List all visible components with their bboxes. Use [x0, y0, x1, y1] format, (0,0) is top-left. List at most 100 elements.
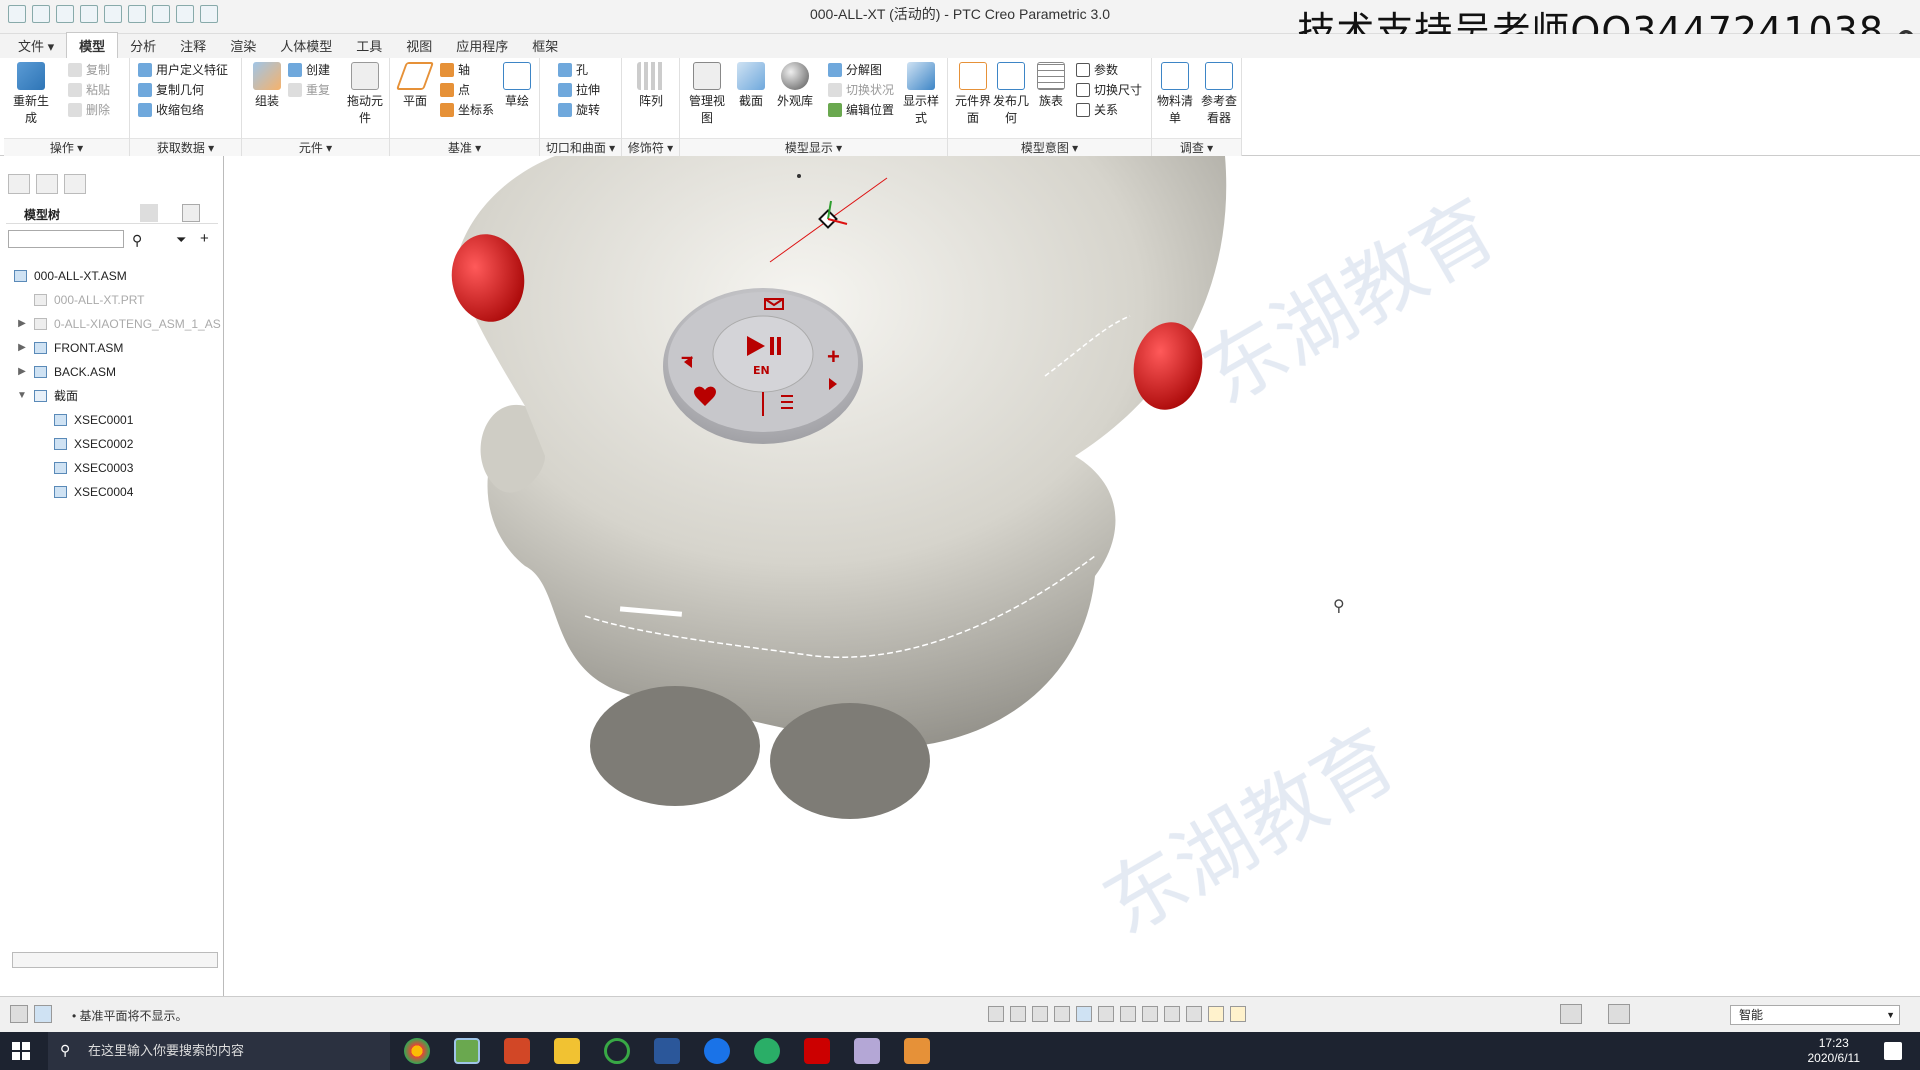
windows-start-icon[interactable]	[12, 1042, 30, 1060]
repeat-button[interactable]: 重复	[288, 80, 330, 100]
office-app-icon[interactable]	[904, 1038, 930, 1064]
tree-item-000-all-xt-prt[interactable]: 000-ALL-XT.PRT	[8, 288, 220, 312]
tree-item-xsec0002[interactable]: XSEC0002	[8, 432, 220, 456]
extrude-button[interactable]: 拉伸	[558, 80, 600, 100]
group-label-model-intent[interactable]: 模型意图 ▾	[948, 138, 1151, 156]
datum-display-icon[interactable]	[1164, 1006, 1180, 1022]
sketch-button[interactable]: 草绘	[494, 62, 540, 109]
regenerate-button[interactable]: 重新生成	[8, 62, 54, 126]
group-label-modifiers[interactable]: 修饰符 ▾	[622, 138, 679, 156]
udf-button[interactable]: 用户定义特征	[138, 60, 228, 80]
csys-button[interactable]: 坐标系	[440, 100, 494, 120]
saved-orientations-icon[interactable]	[1098, 1006, 1114, 1022]
tree-item-xsec0004[interactable]: XSEC0004	[8, 480, 220, 504]
reference-viewer-button[interactable]: 参考查看器	[1196, 62, 1242, 126]
control-disc[interactable]: EN + –	[663, 288, 863, 444]
tab-applications[interactable]: 应用程序	[444, 33, 520, 58]
filter-icon[interactable]: ⏷	[176, 232, 186, 248]
flag-icon[interactable]	[1230, 1006, 1246, 1022]
selection-filter-dropdown[interactable]: 智能 ▼	[1730, 1005, 1900, 1025]
selection-list-icon[interactable]	[1608, 1004, 1630, 1024]
tree-item-xsec0003[interactable]: XSEC0003	[8, 456, 220, 480]
graphics-viewport[interactable]: 东湖教育 东湖教育 东湖教育 EN + –	[225, 156, 1920, 996]
group-label-get-data[interactable]: 获取数据 ▾	[130, 138, 241, 156]
tree-item-xsec0001[interactable]: XSEC0001	[8, 408, 220, 432]
tree-item-sections[interactable]: ▼ 截面	[8, 384, 220, 408]
tab-manikin[interactable]: 人体模型	[268, 33, 344, 58]
family-table-button[interactable]: 族表	[1028, 62, 1074, 109]
expand-icon[interactable]: ▶	[16, 336, 28, 360]
tab-analysis[interactable]: 分析	[118, 33, 168, 58]
tree-item-xiaoteng-asm[interactable]: ▶ 0-ALL-XIAOTENG_ASM_1_AS	[8, 312, 221, 336]
perspective-icon[interactable]	[1142, 1006, 1158, 1022]
hole-button[interactable]: 孔	[558, 60, 588, 80]
copy-button[interactable]: 复制	[68, 60, 110, 80]
manage-views-button[interactable]: 管理视图	[684, 62, 730, 126]
tab-folder-browser-icon[interactable]	[36, 174, 58, 194]
toggle-status-button[interactable]: 切换状况	[828, 80, 894, 100]
relations-button[interactable]: 关系	[1076, 100, 1118, 120]
group-label-model-display[interactable]: 模型显示 ▾	[680, 138, 947, 156]
group-label-component[interactable]: 元件 ▾	[242, 138, 389, 156]
model-body[interactable]	[455, 156, 1227, 746]
file-explorer-icon[interactable]	[554, 1038, 580, 1064]
find-icon[interactable]: ⚲	[132, 232, 142, 249]
tab-render[interactable]: 渲染	[218, 33, 268, 58]
annotation-display-icon[interactable]	[1186, 1006, 1202, 1022]
k-app-icon[interactable]	[704, 1038, 730, 1064]
green-app-icon[interactable]	[604, 1038, 630, 1064]
taskbar-search-box[interactable]: 在这里输入你要搜索的内容	[48, 1032, 390, 1070]
bom-button[interactable]: 物料清单	[1152, 62, 1198, 126]
exploded-view-button[interactable]: 分解图	[828, 60, 882, 80]
section-button[interactable]: 截面	[728, 62, 774, 109]
assemble-button[interactable]: 组装	[244, 62, 290, 109]
horizontal-scrollbar[interactable]	[12, 952, 218, 968]
powerpoint-icon[interactable]	[504, 1038, 530, 1064]
tree-show-icon[interactable]	[182, 204, 200, 222]
display-style-button[interactable]: 显示样式	[898, 62, 944, 126]
appearance-gallery-button[interactable]: 外观库	[772, 62, 818, 109]
tree-item-000-all-xt-asm[interactable]: 000-ALL-XT.ASM	[8, 264, 220, 288]
shrinkwrap-button[interactable]: 收缩包络	[138, 100, 204, 120]
tab-tools[interactable]: 工具	[344, 33, 394, 58]
expand-icon[interactable]: ▶	[16, 312, 28, 336]
creo-icon[interactable]	[454, 1038, 480, 1064]
delete-button[interactable]: 删除	[68, 100, 110, 120]
collapse-icon[interactable]: ▼	[16, 384, 28, 408]
system-tray-clock[interactable]: 17:23 2020/6/11	[1808, 1036, 1861, 1066]
tab-model[interactable]: 模型	[66, 32, 119, 58]
display-style-icon[interactable]	[1076, 1006, 1092, 1022]
view-manager-icon[interactable]	[1120, 1006, 1136, 1022]
group-label-datum[interactable]: 基准 ▾	[390, 138, 539, 156]
find-binoculars-icon[interactable]	[1560, 1004, 1582, 1024]
tab-file[interactable]: 文件 ▾	[6, 33, 66, 58]
tab-annotate[interactable]: 注释	[168, 33, 218, 58]
spin-center-icon[interactable]	[1208, 1006, 1224, 1022]
point-button[interactable]: 点	[440, 80, 470, 100]
paste-button[interactable]: 粘贴	[68, 80, 110, 100]
edit-position-button[interactable]: 编辑位置	[828, 100, 894, 120]
pattern-button[interactable]: 阵列	[628, 62, 674, 109]
group-label-operations[interactable]: 操作 ▾	[4, 138, 129, 156]
tab-model-tree-icon[interactable]	[8, 174, 30, 194]
chrome-icon[interactable]	[404, 1038, 430, 1064]
drag-components-button[interactable]: 拖动元件	[342, 62, 388, 126]
copy-geometry-button[interactable]: 复制几何	[138, 80, 204, 100]
tree-settings-icon[interactable]	[140, 204, 158, 222]
tree-item-back-asm[interactable]: ▶ BACK.ASM	[8, 360, 220, 384]
tree-item-front-asm[interactable]: ▶ FRONT.ASM	[8, 336, 220, 360]
show-browser-icon[interactable]	[34, 1005, 52, 1023]
refit-icon[interactable]	[988, 1006, 1004, 1022]
switch-dimensions-button[interactable]: 切换尺寸	[1076, 80, 1142, 100]
group-label-investigate[interactable]: 调查 ▾	[1152, 138, 1241, 156]
show-navigator-icon[interactable]	[10, 1005, 28, 1023]
axis-button[interactable]: 轴	[440, 60, 470, 80]
add-column-icon[interactable]: +	[200, 230, 209, 247]
zoom-out-icon[interactable]	[1032, 1006, 1048, 1022]
parameters-button[interactable]: 参数	[1076, 60, 1118, 80]
plane-button[interactable]: 平面	[392, 62, 438, 109]
repaint-icon[interactable]	[1054, 1006, 1070, 1022]
model-tree-search-input[interactable]	[8, 230, 124, 248]
word-icon[interactable]	[654, 1038, 680, 1064]
tab-favorites-icon[interactable]	[64, 174, 86, 194]
